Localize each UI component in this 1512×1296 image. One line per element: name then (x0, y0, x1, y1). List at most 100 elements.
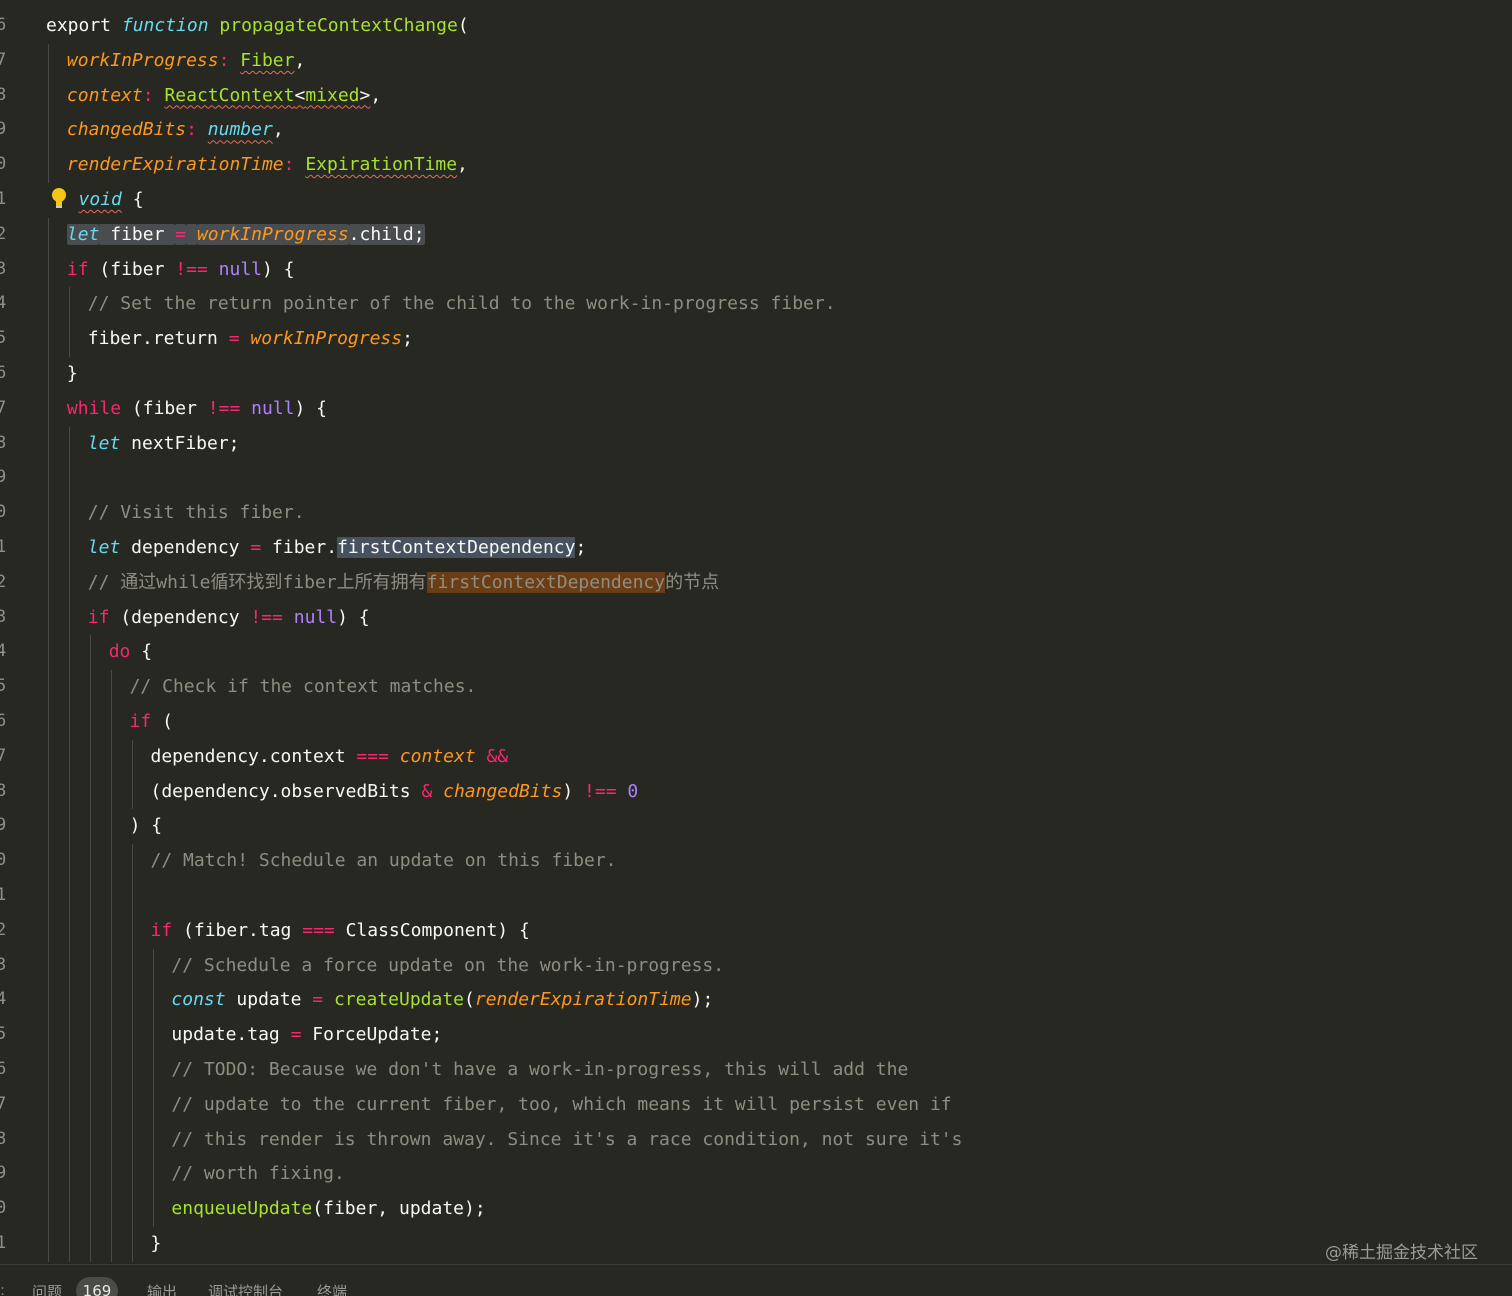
code-line[interactable]: 9 // worth fixing. (0, 1157, 1512, 1193)
line-number: 7 (0, 745, 7, 766)
code-line[interactable]: 7 while (fiber !== null) { (0, 391, 1512, 427)
line-number: 5 (0, 328, 7, 349)
code-line[interactable]: 9 changedBits: number, (0, 113, 1512, 149)
indent-guide (48, 948, 49, 984)
indent-guide (68, 774, 70, 810)
code-token: (dependency (109, 606, 251, 628)
code-line[interactable]: 8 context: ReactContext<mixed>, (0, 78, 1512, 114)
code-line[interactable]: 6 // TODO: Because we don't have a work-i… (0, 1053, 1512, 1088)
code-editor[interactable]: 6 export function propagateContextChange(… (0, 0, 1512, 1264)
indent-guide (110, 1227, 112, 1262)
code-line[interactable]: 1} (0, 1227, 1512, 1262)
indent-guide (48, 565, 49, 601)
code-token: } (150, 1233, 162, 1254)
code-line[interactable]: 1 void { (0, 183, 1512, 218)
line-number: 3 (0, 606, 7, 627)
code-token: renderExpirationTime (474, 989, 692, 1011)
indent-guide (110, 1122, 112, 1158)
code-line[interactable]: 0 renderExpirationTime: ExpirationTime, (0, 148, 1512, 183)
code-line[interactable]: 3 if (dependency !== null) { (0, 600, 1512, 636)
code-token: update.tag (171, 1024, 291, 1046)
code-line[interactable]: 8 let nextFiber; (0, 426, 1512, 462)
tab-debug-console[interactable]: 调试控制台 (208, 1281, 283, 1296)
code-token: !== (250, 606, 283, 628)
indent-guide (48, 252, 49, 288)
code-line[interactable]: 0 // Visit this fiber. (0, 496, 1512, 531)
line-number: 7 (0, 49, 7, 70)
indent-guide (131, 913, 133, 949)
indent-guide (68, 670, 70, 705)
code-line[interactable]: 6} (0, 357, 1512, 392)
code-line[interactable]: 3 // Schedule a force update on the work-… (0, 948, 1512, 984)
code-line[interactable]: 1 (0, 879, 1512, 914)
code-line[interactable]: 4 const update = createUpdate(renderExpir… (0, 983, 1512, 1019)
code-text: while (fiber !== null) { (67, 398, 327, 420)
tab-terminal[interactable]: 终端 (317, 1281, 347, 1296)
line-number: 6 (0, 711, 7, 731)
indent-guide (48, 531, 49, 566)
tab-output[interactable]: 输出 (147, 1281, 177, 1296)
code-line[interactable]: 8 // this render is thrown away. Since it… (0, 1122, 1512, 1158)
code-line[interactable]: 9) { (0, 809, 1512, 845)
code-token: : (142, 84, 165, 106)
indent-guide (68, 426, 70, 462)
code-token: fiber (99, 223, 176, 245)
code-line[interactable]: 0 enqueueUpdate(fiber, update); (0, 1192, 1512, 1227)
code-line[interactable]: 7 dependency.context === context && (0, 739, 1512, 775)
code-line[interactable]: 4 // Set the return pointer of the child … (0, 287, 1512, 323)
watermark: @稀土掘金技术社区 (1325, 1243, 1478, 1263)
indent-guide (68, 496, 70, 531)
code-token: < (294, 84, 306, 106)
code-line[interactable]: 5 fiber.return = workInProgress; (0, 322, 1512, 357)
code-token: workInProgress (196, 223, 349, 245)
code-line[interactable]: 9 (0, 461, 1512, 497)
code-token: propagateContextChange (219, 15, 458, 36)
code-line[interactable]: 2 let fiber = workInProgress.child; (0, 217, 1512, 253)
indent-guide (110, 983, 112, 1019)
code-token: !== (207, 397, 241, 419)
code-line[interactable]: 2 if (fiber.tag === ClassComponent) { (0, 913, 1512, 949)
code-token: , (457, 154, 468, 176)
indent-guide (131, 1192, 133, 1227)
indent-guide (110, 705, 112, 740)
code-text: changedBits: number, (67, 119, 284, 141)
code-line[interactable]: 4 do { (0, 635, 1512, 671)
code-line[interactable]: 5 update.tag = ForceUpdate; (0, 1018, 1512, 1053)
code-token: , (294, 49, 306, 71)
code-line[interactable]: 7 // update to the current fiber, too, wh… (0, 1087, 1512, 1123)
line-number: 4 (0, 989, 7, 1010)
code-token: : (186, 119, 208, 141)
indent-guide (48, 357, 49, 392)
code-token: const (171, 989, 226, 1011)
code-line[interactable]: 1 let dependency = fiber.firstContextDepe… (0, 531, 1512, 566)
indent-guide (152, 948, 154, 984)
code-token: ClassComponent) { (334, 919, 530, 941)
indent-guide (48, 809, 49, 845)
indent-guide (110, 948, 112, 984)
code-line[interactable]: 8 (dependency.observedBits & changedBits)… (0, 774, 1512, 810)
code-line[interactable]: 6 export function propagateContextChange( (0, 9, 1512, 44)
code-text: // worth fixing. (171, 1163, 344, 1185)
code-line[interactable]: 6 if ( (0, 705, 1512, 740)
code-line[interactable]: 3 if (fiber !== null) { (0, 252, 1512, 288)
code-line[interactable]: 0 // Match! Schedule an update on this fi… (0, 844, 1512, 879)
indent-guide (89, 948, 91, 984)
indent-guide (110, 670, 112, 705)
indent-guide (48, 1018, 49, 1053)
indent-guide (48, 1053, 49, 1088)
code-line[interactable]: 2 // 通过while循环找到fiber上所有拥有firstContextDep… (0, 565, 1512, 601)
code-token: ) (562, 780, 585, 802)
code-token: , (370, 84, 382, 106)
code-text: let fiber = workInProgress.child; (66, 223, 425, 246)
tab-problems[interactable]: 问题 (32, 1281, 62, 1296)
code-token: (fiber.tag (172, 919, 303, 941)
code-text: ) { (130, 815, 163, 837)
code-token: createUpdate (333, 989, 465, 1011)
indent-guide (48, 600, 49, 636)
code-line[interactable]: 5 // Check if the context matches. (0, 670, 1512, 705)
line-number: 2 (0, 919, 7, 940)
code-token: { (121, 189, 144, 210)
code-line[interactable]: 7 workInProgress: Fiber, (0, 43, 1512, 79)
